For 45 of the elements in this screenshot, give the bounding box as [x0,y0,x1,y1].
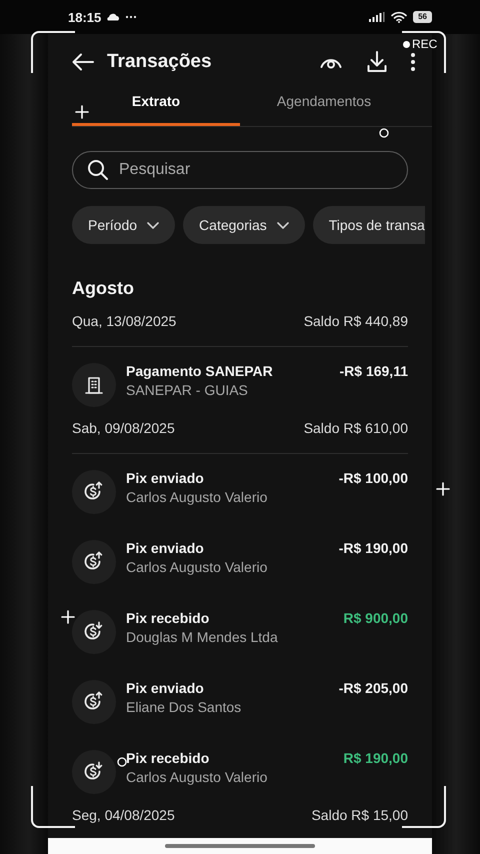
tab[interactable]: Agendamentos [240,88,408,126]
month-heading: Agosto [72,277,135,300]
crosshair-icon [436,482,450,496]
chevron-down-icon [147,222,160,228]
tab[interactable]: Extrato [72,88,240,126]
transaction-item[interactable]: Pix recebido Carlos Augusto Valerio R$ 190,00 [72,734,408,804]
filter-chip[interactable]: Período [72,206,176,244]
money-send-icon [72,470,116,514]
money-receive-icon [72,610,116,654]
back-arrow-icon[interactable] [72,53,94,71]
crosshair-icon [61,610,75,624]
transaction-item[interactable]: Pagamento SANEPAR SANEPAR - GUIAS -R$ 169,11 [72,347,408,417]
recording-label: REC [412,37,438,51]
search-field[interactable]: Pesquisar [72,151,408,189]
page-title: Transações [107,51,212,73]
more-icon[interactable] [410,52,416,72]
download-icon[interactable] [367,51,387,73]
search-icon [87,159,109,181]
day-date: Sab, 09/08/2025 [72,419,175,438]
touch-ring-icon [117,757,127,767]
battery-indicator: 56 [413,11,432,23]
money-send-icon [72,680,116,724]
transaction-item[interactable]: Pix recebido Douglas M Mendes Ltda R$ 900,00 [72,594,408,664]
touch-ring-icon [379,128,389,138]
cloud-icon [107,13,120,21]
signal-icon [369,12,386,22]
balance-label: Saldo R$ 15,00 [311,806,408,825]
chevron-down-icon [276,222,289,228]
filter-chip[interactable]: Categorias [183,206,305,244]
filter-chip[interactable]: Tipos de transa [312,206,425,244]
clock: 18:15 [68,10,102,24]
building-icon [72,363,116,407]
transaction-item[interactable]: Pix enviado Eliane Dos Santos -R$ 205,00 [72,664,408,734]
frame-corner [31,31,75,73]
money-receive-icon [72,750,116,794]
day-date: Qua, 13/08/2025 [72,312,176,331]
money-send-icon [72,540,116,584]
transaction-item[interactable]: Pix enviado Carlos Augusto Valerio -R$ 190,00 [72,524,408,594]
balance-label: Saldo R$ 440,89 [304,312,408,331]
transaction-item[interactable]: Pix enviado Carlos Augusto Valerio -R$ 100,00 [72,454,408,524]
crosshair-icon [75,105,89,119]
day-date: Seg, 04/08/2025 [72,806,175,825]
wifi-icon [391,11,408,23]
more-notifications-icon [125,15,138,19]
balance-label: Saldo R$ 610,00 [304,419,408,438]
